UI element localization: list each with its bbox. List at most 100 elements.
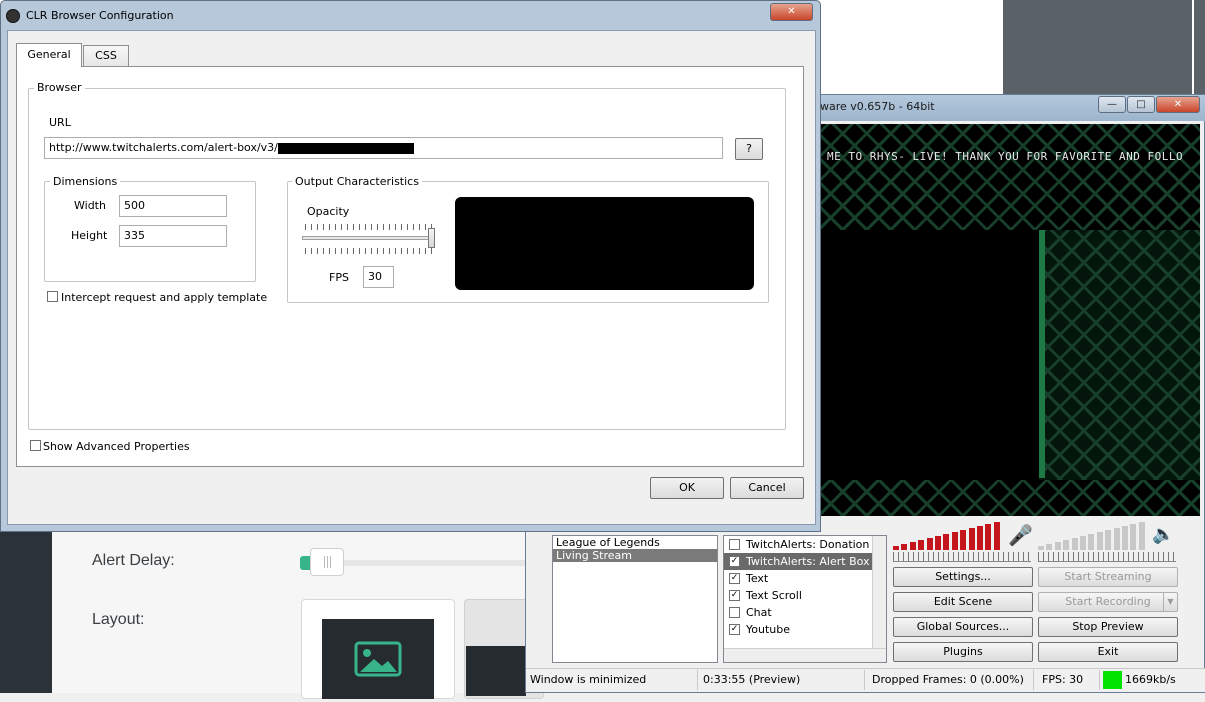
desktop-volume-slider[interactable] <box>1038 552 1176 562</box>
image-icon <box>354 641 402 677</box>
show-advanced-checkbox[interactable] <box>30 440 41 451</box>
meter-bar <box>935 536 941 550</box>
meter-bar <box>901 544 908 550</box>
meter-bar <box>909 542 916 550</box>
bitrate-indicator <box>1103 671 1122 689</box>
source-item[interactable]: ✓ Text <box>724 570 886 587</box>
opacity-ticks-bottom <box>305 248 433 254</box>
opacity-label: Opacity <box>307 205 350 218</box>
stop-preview-button[interactable]: Stop Preview <box>1038 617 1178 637</box>
source-item[interactable]: TwitchAlerts: Donation Go <box>724 536 886 553</box>
exit-button[interactable]: Exit <box>1038 642 1178 662</box>
meter-bar <box>1113 528 1120 550</box>
opacity-ticks-top <box>305 224 433 230</box>
global-sources-button[interactable]: Global Sources... <box>893 617 1033 637</box>
obs-close-button[interactable]: ✕ <box>1156 96 1200 113</box>
tab-general[interactable]: General <box>16 43 82 67</box>
source-item[interactable]: ✓ Text Scroll <box>724 587 886 604</box>
width-input[interactable]: 500 <box>119 195 227 217</box>
settings-button[interactable]: Settings... <box>893 567 1033 587</box>
meter-bar <box>1122 526 1128 550</box>
cancel-button[interactable]: Cancel <box>730 477 804 499</box>
scene-list[interactable]: League of Legends Living Stream <box>552 535 718 663</box>
preview-ticker-text: ME TO RHYS- LIVE! THANK YOU FOR FAVORITE… <box>827 150 1184 163</box>
url-input[interactable]: http://www.twitchalerts.com/alert-box/v3… <box>44 137 723 159</box>
dialog-title: CLR Browser Configuration <box>26 9 174 22</box>
meter-bar <box>893 546 899 550</box>
source-list-vscrollbar[interactable] <box>872 536 886 648</box>
status-dropped-frames: Dropped Frames: 0 (0.00%) <box>872 670 1034 690</box>
meter-bar <box>926 538 933 550</box>
close-icon: ✕ <box>1173 99 1183 110</box>
microphone-icon[interactable]: 🎤 <box>1008 522 1033 548</box>
source-label: TwitchAlerts: Alert Box <box>746 555 870 568</box>
stream-preview: ME TO RHYS- LIVE! THANK YOU FOR FAVORITE… <box>820 124 1200 516</box>
source-checkbox[interactable] <box>729 607 740 618</box>
source-label: TwitchAlerts: Donation Go <box>746 538 887 551</box>
height-input[interactable]: 335 <box>119 225 227 247</box>
meter-bar <box>1080 536 1086 550</box>
edit-scene-button[interactable]: Edit Scene <box>893 592 1033 612</box>
layout-preview-2 <box>466 646 526 696</box>
source-checkbox[interactable]: ✓ <box>729 624 740 635</box>
mic-volume-slider[interactable] <box>893 552 1031 562</box>
start-recording-button[interactable]: Start Recording ▼ <box>1038 592 1178 612</box>
meter-bar <box>943 534 950 550</box>
mic-volume-meter <box>893 522 1003 550</box>
meter-bar <box>968 528 975 550</box>
dimensions-group-label: Dimensions <box>50 175 121 188</box>
alert-delay-label: Alert Delay: <box>92 552 175 569</box>
url-help-button[interactable]: ? <box>735 138 763 160</box>
background-window-fragment <box>1003 0 1205 96</box>
meter-bar <box>1054 542 1061 550</box>
fps-label: FPS <box>329 271 349 284</box>
fps-input[interactable]: 30 <box>363 266 394 288</box>
source-checkbox[interactable] <box>729 539 740 550</box>
layout-preview <box>322 619 434 699</box>
start-streaming-button[interactable]: Start Streaming <box>1038 567 1178 587</box>
source-checkbox[interactable]: ✓ <box>729 556 740 567</box>
start-recording-label: Start Recording <box>1065 595 1151 608</box>
source-item[interactable]: ✓ Youtube <box>724 621 886 638</box>
tab-css[interactable]: CSS <box>83 45 129 67</box>
meter-bar <box>1088 534 1095 550</box>
redacted-bar <box>277 142 414 154</box>
intercept-checkbox[interactable] <box>47 291 58 302</box>
alert-delay-slider-thumb[interactable] <box>310 548 344 576</box>
preview-mesh-top <box>821 124 1200 230</box>
status-bitrate: 1669kb/s <box>1125 673 1176 686</box>
preview-green-bar <box>1039 230 1045 478</box>
source-checkbox[interactable]: ✓ <box>729 590 740 601</box>
opacity-slider-track[interactable] <box>302 236 434 240</box>
height-label: Height <box>71 229 108 242</box>
preview-mesh-bottom <box>821 480 1200 516</box>
status-fps: FPS: 30 <box>1042 670 1100 690</box>
dialog-close-button[interactable]: ✕ <box>770 3 813 21</box>
output-group-label: Output Characteristics <box>292 175 422 188</box>
meter-bar <box>977 526 983 550</box>
source-checkbox[interactable]: ✓ <box>729 573 740 584</box>
chevron-down-icon[interactable]: ▼ <box>1163 593 1177 611</box>
source-label: Text <box>746 572 769 585</box>
meter-bar <box>951 532 958 550</box>
source-list[interactable]: TwitchAlerts: Donation Go ✓ TwitchAlerts:… <box>723 535 887 663</box>
minimize-button[interactable]: — <box>1098 96 1126 113</box>
speaker-icon[interactable]: 🔈 <box>1152 524 1174 546</box>
scene-item-living-stream[interactable]: Living Stream <box>553 549 717 562</box>
opacity-slider-thumb[interactable] <box>428 228 435 248</box>
url-value: http://www.twitchalerts.com/alert-box/v3… <box>49 141 278 154</box>
source-item[interactable]: Chat <box>724 604 886 621</box>
meter-bar <box>1105 530 1112 550</box>
meter-bar <box>1138 522 1145 550</box>
meter-bar <box>985 524 992 550</box>
divider <box>1192 0 1194 96</box>
plugins-button[interactable]: Plugins <box>893 642 1033 662</box>
source-item[interactable]: ✓ TwitchAlerts: Alert Box <box>724 553 886 570</box>
maximize-button[interactable]: □ <box>1127 96 1155 113</box>
scene-item-league-of-legends[interactable]: League of Legends <box>553 536 717 549</box>
width-label: Width <box>74 199 106 212</box>
source-list-hscrollbar[interactable] <box>724 648 886 662</box>
desktop-volume-meter <box>1038 522 1148 550</box>
url-label: URL <box>49 116 71 129</box>
ok-button[interactable]: OK <box>650 477 724 499</box>
